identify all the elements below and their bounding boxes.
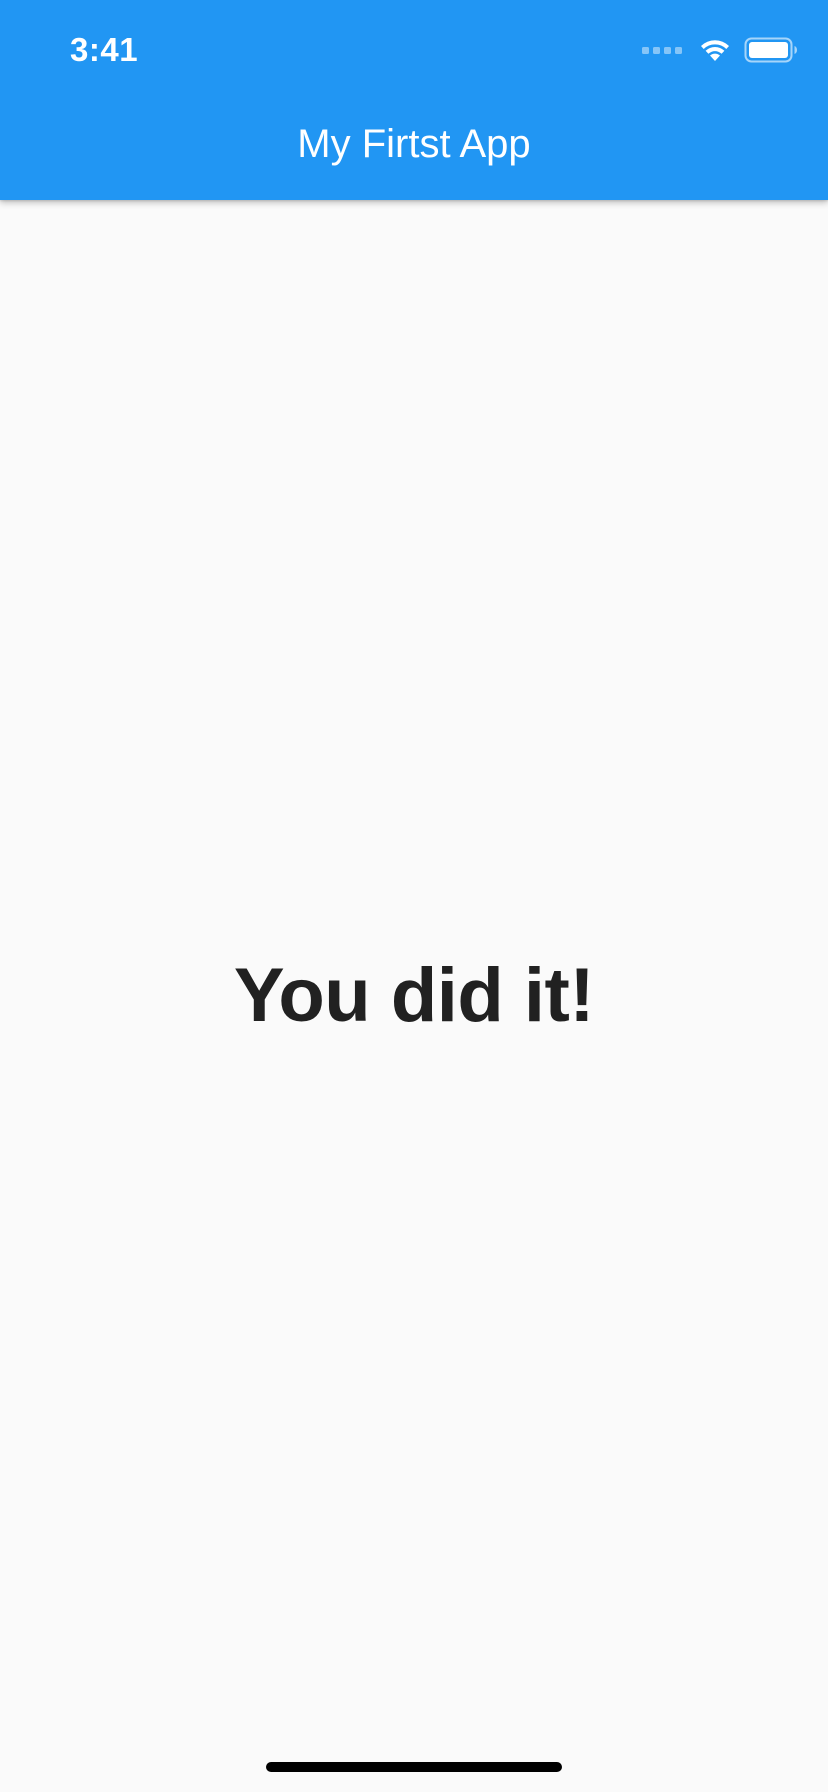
app-bar: 3:41 My Firtst App	[0, 0, 828, 200]
app-screen: 3:41 My Firtst App You did it!	[0, 0, 828, 1792]
app-bar-title: My Firtst App	[297, 122, 531, 166]
status-time: 3:41	[70, 31, 139, 68]
battery-icon	[744, 37, 798, 63]
status-icons	[642, 34, 798, 66]
cellular-signal-icon	[642, 46, 682, 54]
main-content: You did it!	[0, 200, 828, 1792]
home-indicator[interactable]	[266, 1762, 562, 1772]
success-message: You did it!	[233, 953, 595, 1038]
wifi-icon	[698, 37, 732, 63]
